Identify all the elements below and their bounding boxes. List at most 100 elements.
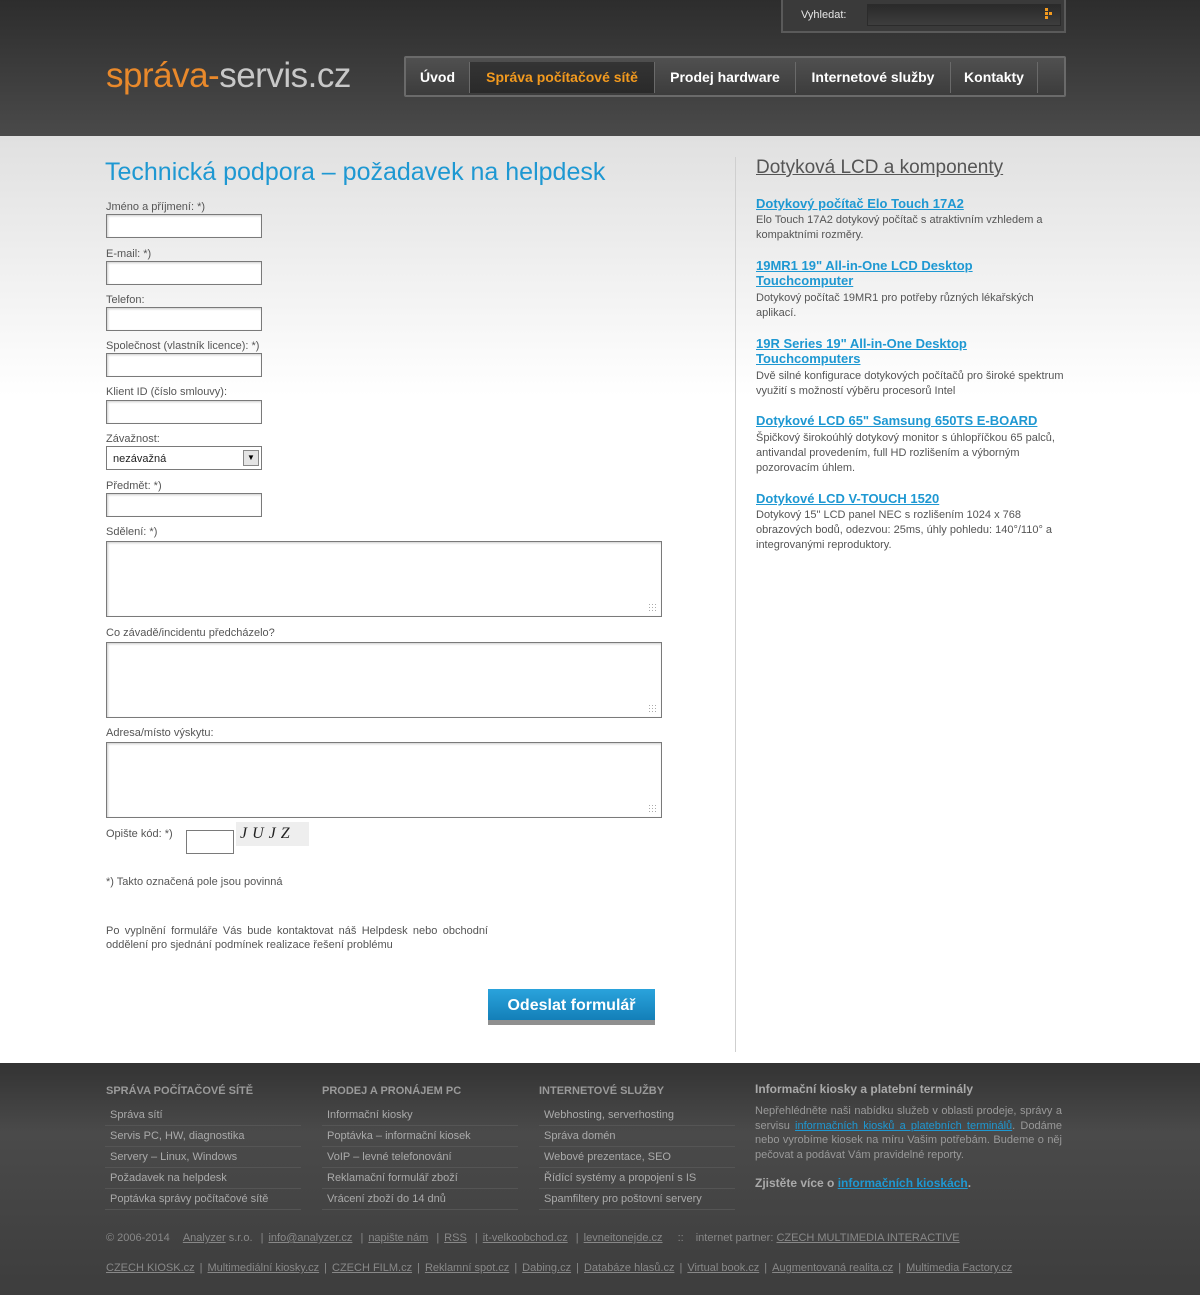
resize-grip-icon[interactable] [648,603,658,613]
partner-site-link[interactable]: Dabing.cz [522,1262,571,1274]
sidebar-product-desc: Špičkový širokoúhlý dotykový monitor s ú… [756,432,1055,474]
sidebar-product-desc: Dotykový počítač 19MR1 pro potřeby různý… [756,292,1034,319]
search-box: Vyhledat: [781,0,1066,33]
sidebar-product-desc: Dotykový 15" LCD panel NEC s rozlišením … [756,509,1053,551]
message-label: Sdělení: *) [106,526,158,538]
footer-partner-links: CZECH KIOSK.cz | Multimediální kiosky.cz | C… [106,1262,1013,1274]
client-id-input[interactable] [106,400,262,424]
sidebar-product-desc: Dvě silné konfigurace dotykových počítač… [756,370,1064,397]
nav-item-sprava-site[interactable]: Správa počítačové sítě [470,62,655,93]
footer-link[interactable]: Správa sítí [105,1105,301,1126]
search-button[interactable] [1037,5,1057,25]
message-textarea[interactable] [106,541,662,617]
main-nav: Úvod Správa počítačové sítě Prodej hardw… [404,56,1066,97]
client-id-label: Klient ID (číslo smlouvy): [106,386,228,398]
footer-link[interactable]: Servery – Linux, Windows [105,1147,301,1168]
partner-site-link[interactable]: Augmentovaná realita.cz [772,1262,893,1274]
captcha-label: Opište kód: *) [106,828,173,840]
footer-link[interactable]: Vrácení zboží do 14 dnů [322,1189,518,1210]
kiosk-title: Informační kiosky a platební terminály [755,1082,974,1096]
company-input[interactable] [106,353,262,377]
address-label: Adresa/místo výskytu: [106,727,214,739]
footer-meta-link[interactable]: levneitonejde.cz [584,1232,663,1244]
logo[interactable]: správa-servis.cz [106,56,351,96]
partner-site-link[interactable]: Reklamní spot.cz [425,1262,509,1274]
footer-link[interactable]: Řídící systémy a propojení s IS [539,1168,735,1189]
footer-link[interactable]: Informační kiosky [322,1105,518,1126]
sidebar-title[interactable]: Dotyková LCD a komponenty [756,157,1003,179]
footer-link[interactable]: Servis PC, HW, diagnostika [105,1126,301,1147]
partner-site-link[interactable]: Databáze hlasů.cz [584,1262,675,1274]
column-divider [735,157,736,1052]
name-input[interactable] [106,214,262,238]
footer-meta-link[interactable]: it-velkoobchod.cz [483,1232,568,1244]
resize-grip-icon[interactable] [648,704,658,714]
phone-input[interactable] [106,307,262,331]
partner-site-link[interactable]: Multimedia Factory.cz [906,1262,1012,1274]
sidebar-product-link[interactable]: 19R Series 19" All-in-One Desktop Touchc… [756,336,1066,366]
nav-item-internetove-sluzby[interactable]: Internetové služby [796,62,951,93]
nav-item-kontakty[interactable]: Kontakty [951,62,1038,93]
header: Vyhledat: správa-servis.cz Úvod Správa p… [0,0,1200,136]
name-label: Jméno a příjmení: *) [106,201,206,213]
email-label: E-mail: *) [106,248,152,260]
footer-meta-link[interactable]: RSS [444,1232,467,1244]
footer-meta: © 2006-2014 Analyzer s.r.o. | info@analyz… [106,1232,960,1244]
footer-column-title: Prodej a pronájem PC [322,1085,462,1097]
address-textarea[interactable] [106,742,662,818]
partner-site-link[interactable]: Multimediální kiosky.cz [207,1262,319,1274]
footer-link[interactable]: Webové prezentace, SEO [539,1147,735,1168]
footer-link[interactable]: Poptávka správy počítačové sítě [105,1189,301,1210]
phone-label: Telefon: [106,294,145,306]
logo-part2: servis.cz [219,56,351,95]
company-label: Společnost (vlastník licence): *) [106,340,260,352]
preceded-label: Co závadě/incidentu předcházelo? [106,627,275,639]
analyzer-link[interactable]: Analyzer [183,1232,226,1244]
nav-item-prodej-hardware[interactable]: Prodej hardware [655,62,796,93]
partner-link[interactable]: CZECH MULTIMEDIA INTERACTIVE [776,1232,959,1244]
subject-label: Předmět: *) [106,480,162,492]
captcha-input[interactable] [186,830,234,854]
sro: s.r.o. [228,1232,253,1244]
search-label: Vyhledat: [801,9,847,21]
footer-link[interactable]: Poptávka – informační kiosek [322,1126,518,1147]
kiosk-text: Nepřehlédněte naši nabídku služeb v obla… [755,1104,1062,1162]
footer-meta-link[interactable]: info@analyzer.cz [268,1232,352,1244]
footer-link[interactable]: Požadavek na helpdesk [105,1168,301,1189]
chevron-down-icon[interactable]: ▼ [243,450,259,466]
sidebar-product-link[interactable]: Dotykové LCD V-TOUCH 1520 [756,491,1066,506]
footer-link[interactable]: VoIP – levné telefonování [322,1147,518,1168]
footer-column-list: Informační kiosky Poptávka – informační … [322,1105,518,1210]
severity-select[interactable]: nezávažná ▼ [106,446,262,470]
kiosk-more: Zjistěte více o informačních kioskách. [755,1176,971,1190]
footer-link[interactable]: Webhosting, serverhosting [539,1105,735,1126]
captcha-image: JUJZ [236,822,309,846]
submit-button[interactable]: Odeslat formulář [488,989,655,1025]
resize-grip-icon[interactable] [648,804,658,814]
sidebar-product-link[interactable]: Dotykové LCD 65" Samsung 650TS E-BOARD [756,413,1066,428]
kiosk-more-link[interactable]: informačních kioskách [838,1176,968,1190]
search-input[interactable] [867,4,1061,26]
email-input[interactable] [106,261,262,285]
preceded-textarea[interactable] [106,642,662,718]
kiosk-more-text: Zjistěte více o [755,1176,838,1190]
subject-input[interactable] [106,493,262,517]
kiosk-more-text: . [967,1176,972,1190]
partner-site-link[interactable]: CZECH FILM.cz [332,1262,412,1274]
sidebar-product-desc: Elo Touch 17A2 dotykový počítač s atrakt… [756,214,1043,241]
severity-label: Závažnost: [106,433,160,445]
partner-site-link[interactable]: Virtual book.cz [687,1262,759,1274]
footer-link[interactable]: Správa domén [539,1126,735,1147]
severity-value: nezávažná [113,453,167,465]
partner-site-link[interactable]: CZECH KIOSK.cz [106,1262,195,1274]
sidebar-product-link[interactable]: 19MR1 19" All-in-One LCD Desktop Touchco… [756,258,1066,288]
nav-item-uvod[interactable]: Úvod [406,62,470,93]
kiosk-text-link[interactable]: informačních kiosků a platebních terminá… [795,1120,1012,1132]
copyright: © 2006-2014 [106,1232,170,1244]
sidebar-product-link[interactable]: Dotykový počítač Elo Touch 17A2 [756,196,1066,211]
footer-column-list: Webhosting, serverhosting Správa domén W… [539,1105,735,1210]
footer-link[interactable]: Reklamační formulář zboží [322,1168,518,1189]
footer-link[interactable]: Spamfiltery pro poštovní servery [539,1189,735,1210]
footer-meta-link[interactable]: napište nám [368,1232,428,1244]
logo-part1: správa- [106,56,220,95]
